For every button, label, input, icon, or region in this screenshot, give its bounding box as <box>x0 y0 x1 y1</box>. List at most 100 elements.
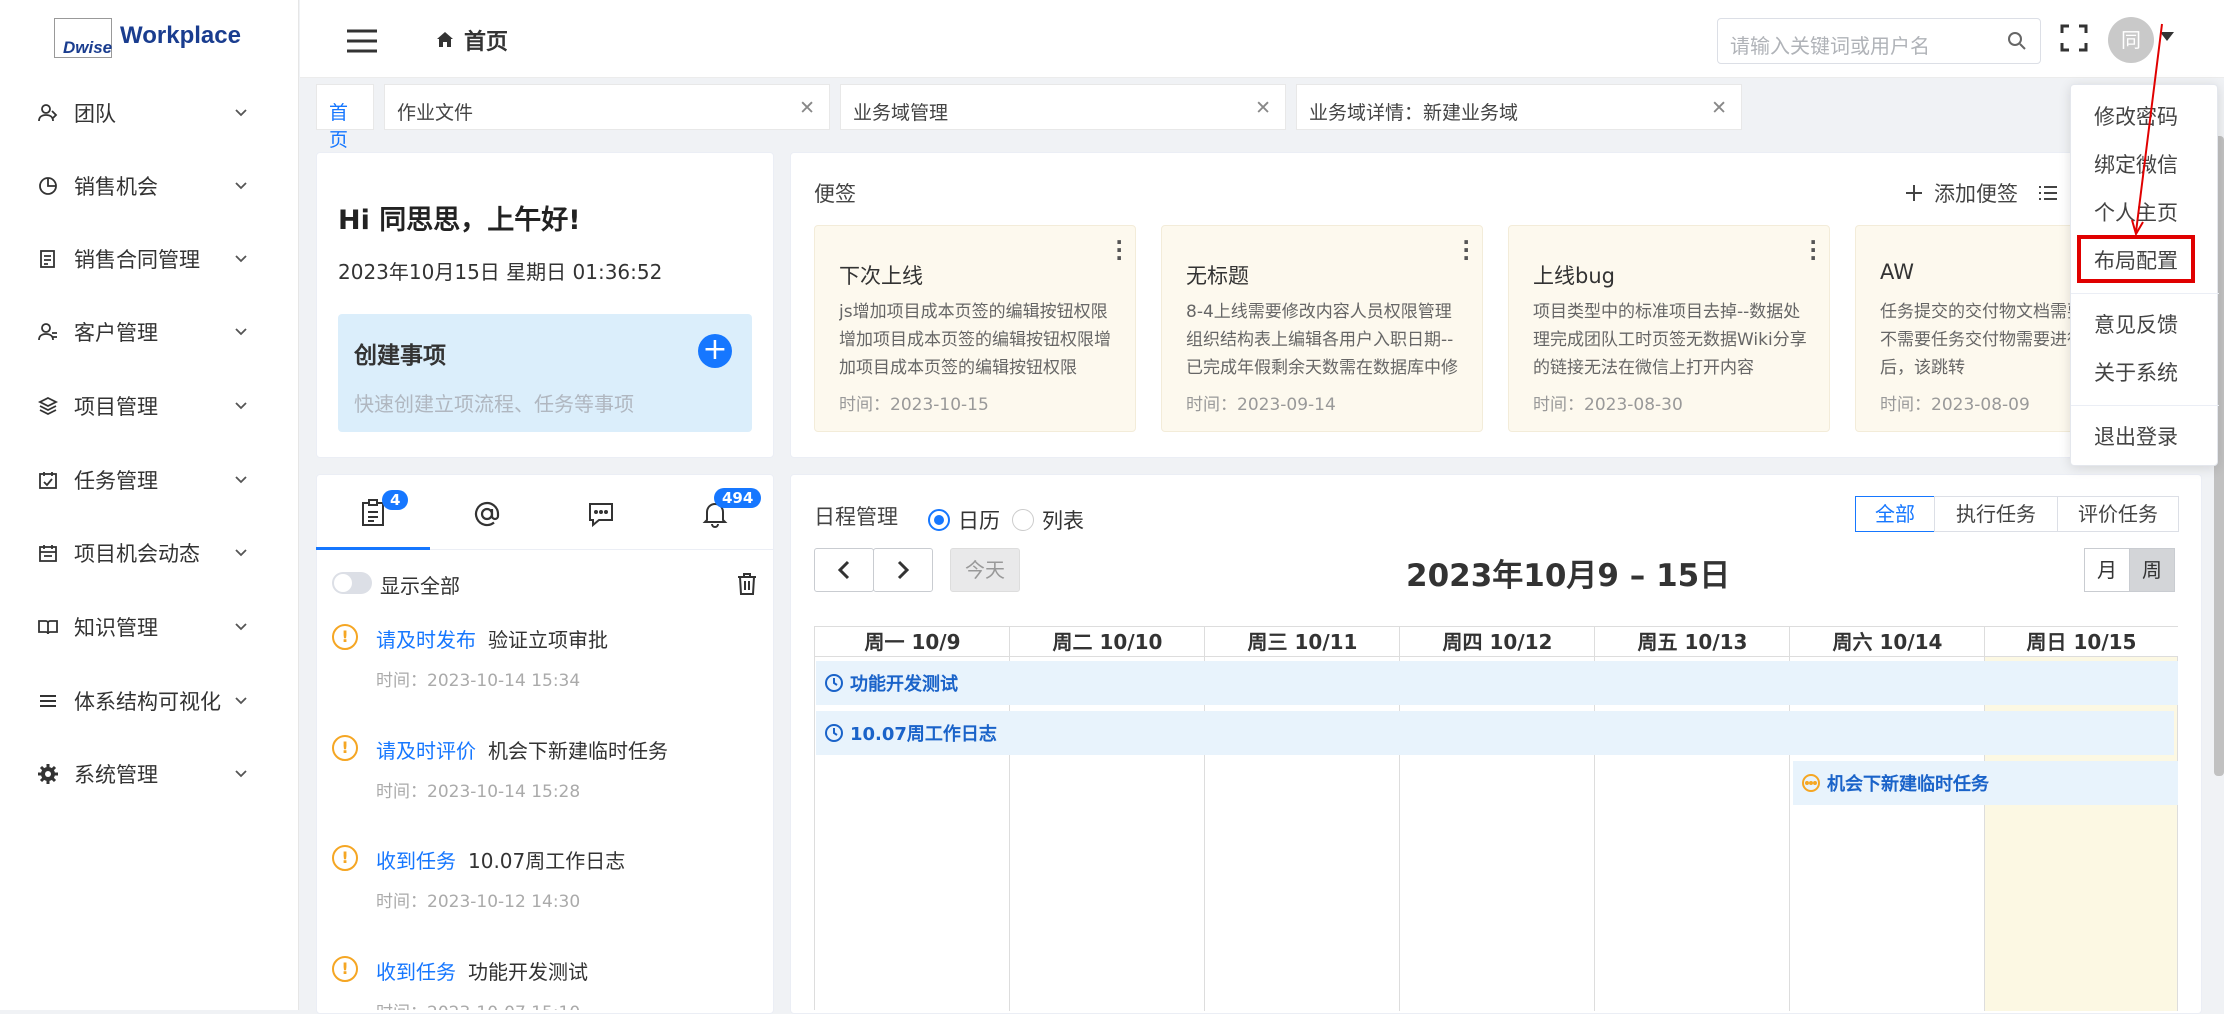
greeting-text: Hi 同思思，上午好! <box>338 205 581 236</box>
sidebar-item-sales-opportunity[interactable]: 销售机会 <box>0 161 299 211</box>
add-note-button[interactable]: 添加便签 <box>1904 178 2058 208</box>
calendar-event[interactable]: 10.07周工作日志 <box>816 711 2174 755</box>
menu-item-feedback[interactable]: 意见反馈 <box>2071 305 2219 345</box>
sidebar-item-architecture[interactable]: 体系结构可视化 <box>0 676 299 726</box>
tab-notifications[interactable]: 494 <box>658 478 772 550</box>
message-item[interactable]: ! 收到任务 功能开发测试 时间：2023-10-07 15:10 <box>332 956 762 1010</box>
chevron-down-icon <box>235 623 247 631</box>
calendar-event[interactable]: 功能开发测试 <box>816 661 2178 705</box>
message-type[interactable]: 收到任务 <box>376 956 456 985</box>
tab-home[interactable]: 首页 <box>316 84 374 151</box>
warning-icon: ! <box>332 624 358 650</box>
fullscreen-icon[interactable] <box>2060 24 2088 52</box>
next-week-button[interactable] <box>873 548 933 592</box>
plus-icon <box>1906 185 1922 201</box>
week-view-button[interactable]: 周 <box>2129 548 2175 592</box>
sidebar-item-project[interactable]: 项目管理 <box>0 381 299 431</box>
chevron-down-icon <box>235 697 247 705</box>
view-list-radio[interactable]: 列表 <box>1012 505 1084 535</box>
calendar-event[interactable]: 机会下新建临时任务 <box>1793 761 2178 805</box>
more-vertical-icon[interactable]: · · · <box>1115 232 1123 268</box>
note-card[interactable]: · · · 上线bug 项目类型中的标准项目去掉--数据处理完成团队工时页签无数据W… <box>1508 225 1830 432</box>
note-card[interactable]: AW 任务提交的交付物文档需要签吗？--不需要任务交付物需要进行PBS更新后，该… <box>1855 225 2101 432</box>
date-range-title: 2023年10月9 – 15日 <box>1406 558 1731 594</box>
menu-item-logout[interactable]: 退出登录 <box>2071 417 2219 457</box>
today-button[interactable]: 今天 <box>950 548 1020 592</box>
message-item[interactable]: ! 请及时发布 验证立项审批 时间：2023-10-14 15:34 <box>332 624 762 734</box>
more-vertical-icon[interactable]: · · · <box>1809 232 1817 268</box>
prev-week-button[interactable] <box>814 548 874 592</box>
create-item-box[interactable]: 创建事项 快速创建立项流程、任务等事项 + <box>338 314 752 432</box>
chevron-down-icon <box>235 109 247 117</box>
more-vertical-icon[interactable]: · · · <box>1462 232 1470 268</box>
message-type[interactable]: 请及时发布 <box>376 624 476 653</box>
top-header: 首页 请输入关键词或用户名 同 <box>300 0 2224 78</box>
tab-label: 首页 <box>329 102 349 151</box>
search-input[interactable]: 请输入关键词或用户名 <box>1717 18 2041 64</box>
menu-divider <box>2071 293 2219 294</box>
tab-mentions[interactable] <box>430 478 544 550</box>
message-text: 机会下新建临时任务 <box>488 739 668 763</box>
gear-icon <box>36 762 60 786</box>
notes-title: 便签 <box>814 182 856 206</box>
app-title: Workplace <box>120 22 241 49</box>
clock-icon <box>825 724 843 742</box>
note-time: 时间：2023-08-30 <box>1533 395 1683 415</box>
pending-icon <box>1802 774 1820 792</box>
show-all-toggle[interactable] <box>332 572 372 594</box>
tab-work-files[interactable]: 作业文件 ✕ <box>384 84 830 130</box>
list-view-icon[interactable] <box>2038 183 2058 203</box>
note-card[interactable]: · · · 无标题 8-4上线需要修改内容人员权限管理组织结构表上编辑各用户入职日期… <box>1161 225 1483 432</box>
note-time: 时间：2023-10-15 <box>839 395 989 415</box>
note-body: 项目类型中的标准项目去掉--数据处理完成团队工时页签无数据Wiki分享的链接无法… <box>1533 302 1807 378</box>
note-time: 时间：2023-08-09 <box>1880 395 2030 415</box>
chevron-down-icon <box>235 328 247 336</box>
sidebar-item-label: 销售合同管理 <box>74 248 200 272</box>
tab-business-domain[interactable]: 业务域管理 ✕ <box>840 84 1286 130</box>
tab-tasks[interactable]: 4 <box>316 478 430 550</box>
close-icon[interactable]: ✕ <box>1255 97 1271 119</box>
chevron-down-icon <box>235 255 247 263</box>
chevron-down-icon <box>235 402 247 410</box>
sidebar-item-knowledge[interactable]: 知识管理 <box>0 602 299 652</box>
plus-circle-icon[interactable]: + <box>698 334 732 368</box>
message-item[interactable]: ! 请及时评价 机会下新建临时任务 时间：2023-10-14 15:28 <box>332 735 762 845</box>
sidebar-item-task[interactable]: 任务管理 <box>0 455 299 505</box>
filter-execute-task[interactable]: 执行任务 <box>1934 496 2058 532</box>
close-icon[interactable]: ✕ <box>1711 97 1727 119</box>
chevron-right-icon <box>897 560 910 580</box>
tab-business-domain-detail[interactable]: 业务域详情：新建业务域 ✕ <box>1296 84 1742 130</box>
message-type[interactable]: 收到任务 <box>376 845 456 874</box>
tab-label: 业务域管理 <box>853 102 949 124</box>
tab-comments[interactable] <box>544 478 658 550</box>
sidebar-item-project-opportunity[interactable]: 项目机会动态 <box>0 528 299 578</box>
view-calendar-radio[interactable]: 日历 <box>928 505 1000 535</box>
message-item[interactable]: ! 收到任务 10.07周工作日志 时间：2023-10-12 14:30 <box>332 845 762 955</box>
filter-review-task[interactable]: 评价任务 <box>2057 496 2179 532</box>
breadcrumb[interactable]: 首页 <box>436 24 508 56</box>
logo[interactable]: Dwise Workplace <box>54 18 274 58</box>
message-time: 时间：2023-10-14 15:34 <box>376 671 581 691</box>
message-type[interactable]: 请及时评价 <box>376 735 476 764</box>
sidebar-item-customer[interactable]: 客户管理 <box>0 307 299 357</box>
chevron-down-icon <box>235 182 247 190</box>
message-time: 时间：2023-10-14 15:28 <box>376 782 581 802</box>
sidebar-item-sales-contract[interactable]: 销售合同管理 <box>0 234 299 284</box>
hamburger-menu-icon[interactable] <box>346 29 378 53</box>
month-view-button[interactable]: 月 <box>2084 548 2130 592</box>
note-card[interactable]: · · · 下次上线 js增加项目成本页签的编辑按钮权限增加项目成本页签的编辑按钮权… <box>814 225 1136 432</box>
filter-all[interactable]: 全部 <box>1855 496 1935 532</box>
contract-icon <box>36 247 60 271</box>
sidebar-item-team[interactable]: 团队 <box>0 88 299 138</box>
warning-icon: ! <box>332 735 358 761</box>
note-title: 下次上线 <box>839 264 923 288</box>
schedule-title: 日程管理 <box>814 505 898 529</box>
menu-item-about[interactable]: 关于系统 <box>2071 353 2219 393</box>
search-icon[interactable] <box>2006 30 2028 52</box>
close-icon[interactable]: ✕ <box>799 97 815 119</box>
trash-icon[interactable] <box>736 572 758 596</box>
list-icon <box>36 689 60 713</box>
sidebar-item-system[interactable]: 系统管理 <box>0 749 299 799</box>
notification-badge: 494 <box>714 488 762 508</box>
day-header: 周二 10/10 <box>1010 627 1205 657</box>
